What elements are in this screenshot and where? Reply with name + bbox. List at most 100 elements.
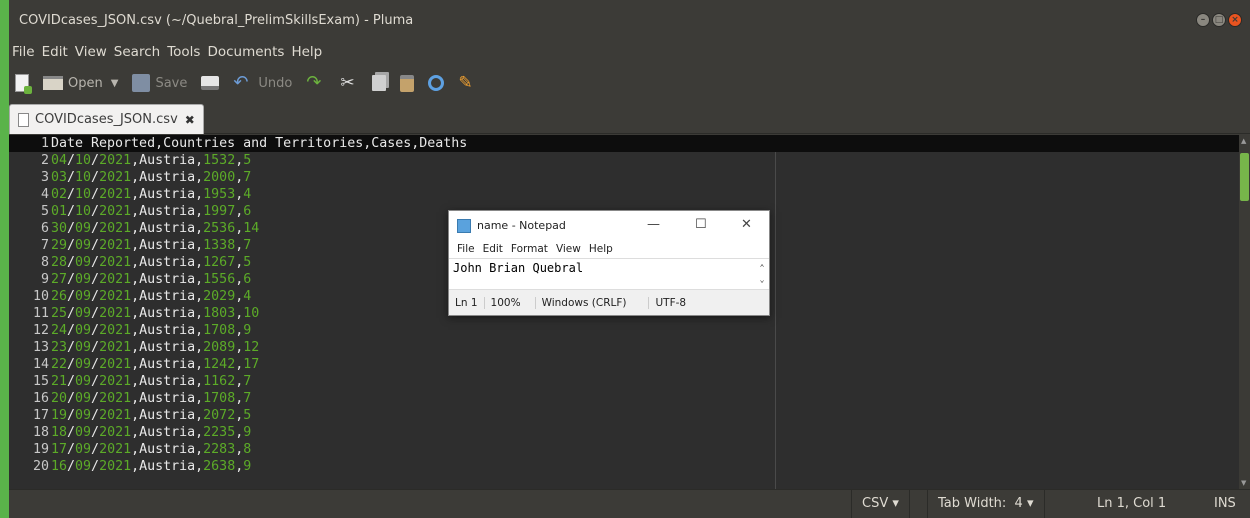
- editor-line[interactable]: 12 24/09/2021,Austria,1708,9: [9, 322, 1239, 339]
- separator: /: [91, 221, 100, 236]
- line-number: 20: [32, 459, 49, 474]
- menu-search[interactable]: Search: [114, 44, 160, 60]
- editor-line[interactable]: 19 17/09/2021,Austria,2283,8: [9, 441, 1239, 458]
- editor-line[interactable]: 13 23/09/2021,Austria,2089,12: [9, 339, 1239, 356]
- find-button[interactable]: [428, 75, 445, 91]
- date-year: 2021: [99, 459, 132, 474]
- editor-line[interactable]: 14 22/09/2021,Austria,1242,17: [9, 356, 1239, 373]
- line-number: 19: [32, 442, 49, 457]
- separator: ,: [131, 255, 140, 270]
- country-value: Austria: [139, 255, 196, 270]
- notepad-menu-view[interactable]: View: [556, 243, 581, 255]
- new-button[interactable]: [15, 74, 32, 94]
- chevron-up-icon[interactable]: ⌃: [755, 262, 769, 274]
- cases-value: 2029: [203, 289, 236, 304]
- header-text: Date Reported,Countries and Territories,…: [51, 136, 468, 151]
- save-label: Save: [155, 75, 188, 91]
- date-year: 2021: [99, 238, 132, 253]
- editor-line[interactable]: 18 18/09/2021,Austria,2235,9: [9, 424, 1239, 441]
- separator: /: [67, 221, 76, 236]
- maximize-button[interactable]: □: [1212, 13, 1226, 27]
- date-year: 2021: [99, 323, 132, 338]
- language-selector[interactable]: CSV ▾: [851, 490, 910, 518]
- notepad-line: Ln 1: [449, 296, 485, 309]
- date-year: 2021: [99, 204, 132, 219]
- separator: /: [91, 442, 100, 457]
- paste-button[interactable]: [400, 74, 415, 92]
- editor-line[interactable]: 2 04/10/2021,Austria,1532,5: [9, 152, 1239, 169]
- redo-button[interactable]: ↷: [306, 74, 326, 92]
- menu-edit[interactable]: Edit: [42, 44, 68, 60]
- line-number: 13: [32, 340, 49, 355]
- line-number: 15: [32, 374, 49, 389]
- chevron-down-icon[interactable]: ⌄: [755, 274, 769, 286]
- tab-covidcases-json-csv[interactable]: COVIDcases_JSON.csv ✖: [9, 104, 204, 134]
- new-document-icon: [15, 74, 32, 94]
- minimize-icon[interactable]: —: [647, 217, 660, 232]
- notepad-menu-help[interactable]: Help: [589, 243, 613, 255]
- menu-documents[interactable]: Documents: [207, 44, 284, 60]
- close-tab-icon[interactable]: ✖: [185, 113, 195, 127]
- notepad-menu-format[interactable]: Format: [511, 243, 548, 255]
- separator: /: [91, 153, 100, 168]
- cases-value: 1708: [203, 323, 236, 338]
- date-year: 2021: [99, 272, 132, 287]
- separator: /: [91, 357, 100, 372]
- notepad-menu-file[interactable]: File: [457, 243, 475, 255]
- title-bar: COVIDcases_JSON.csv (~/Quebral_PrelimSki…: [9, 0, 1250, 40]
- maximize-icon[interactable]: ☐: [695, 217, 707, 232]
- minimize-button[interactable]: –: [1196, 13, 1210, 27]
- print-button[interactable]: [201, 76, 220, 90]
- separator: ,: [195, 272, 204, 287]
- replace-icon: ✎: [458, 73, 473, 93]
- notepad-window: name - Notepad — ☐ ✕ File Edit Format Vi…: [448, 210, 770, 316]
- vertical-scrollbar[interactable]: ▲ ▼: [1239, 135, 1250, 489]
- menu-tools[interactable]: Tools: [167, 44, 200, 60]
- scissors-icon: ✂: [340, 73, 355, 93]
- notepad-scrollbar[interactable]: ⌃ ⌄: [755, 259, 769, 289]
- replace-button[interactable]: ✎: [458, 74, 476, 92]
- language-label: CSV: [862, 496, 889, 511]
- menu-view[interactable]: View: [75, 44, 107, 60]
- menu-help[interactable]: Help: [291, 44, 322, 60]
- chevron-down-icon[interactable]: ▼: [111, 78, 119, 89]
- editor-line[interactable]: 16 20/09/2021,Austria,1708,7: [9, 390, 1239, 407]
- copy-button[interactable]: [372, 75, 387, 91]
- editor-line[interactable]: 15 21/09/2021,Austria,1162,7: [9, 373, 1239, 390]
- deaths-value: 5: [243, 153, 252, 168]
- country-value: Austria: [139, 323, 196, 338]
- scroll-down-icon[interactable]: ▼: [1241, 479, 1246, 487]
- close-button[interactable]: ×: [1228, 13, 1242, 27]
- cases-value: 1997: [203, 204, 236, 219]
- separator: /: [67, 357, 76, 372]
- deaths-value: 9: [243, 425, 252, 440]
- editor-line[interactable]: 17 19/09/2021,Austria,2072,5: [9, 407, 1239, 424]
- date-year: 2021: [99, 391, 132, 406]
- separator: ,: [195, 289, 204, 304]
- notepad-text-area[interactable]: John Brian Quebral ⌃ ⌄: [449, 258, 769, 290]
- separator: /: [67, 187, 76, 202]
- search-icon: [428, 75, 445, 91]
- editor-line[interactable]: 1 Date Reported,Countries and Territories…: [9, 135, 1239, 152]
- separator: ,: [195, 255, 204, 270]
- editor-line[interactable]: 4 02/10/2021,Austria,1953,4: [9, 186, 1239, 203]
- separator: /: [67, 238, 76, 253]
- open-button[interactable]: Open ▼: [43, 76, 118, 91]
- save-button[interactable]: Save: [132, 74, 187, 92]
- undo-button[interactable]: ↶ Undo: [233, 74, 292, 92]
- cut-button[interactable]: ✂: [340, 74, 358, 92]
- scrollbar-thumb[interactable]: [1240, 153, 1249, 201]
- editor-line[interactable]: 3 03/10/2021,Austria,2000,7: [9, 169, 1239, 186]
- notepad-menu-edit[interactable]: Edit: [483, 243, 503, 255]
- date-month: 10: [75, 170, 92, 185]
- editor-line[interactable]: 20 16/09/2021,Austria,2638,9: [9, 458, 1239, 475]
- line-number: 1: [40, 136, 49, 151]
- tab-width-selector[interactable]: Tab Width: 4 ▾: [927, 490, 1045, 518]
- separator: ,: [195, 204, 204, 219]
- separator: /: [67, 255, 76, 270]
- close-icon[interactable]: ✕: [741, 217, 752, 232]
- country-value: Austria: [139, 442, 196, 457]
- scroll-up-icon[interactable]: ▲: [1241, 137, 1246, 145]
- separator: /: [67, 374, 76, 389]
- menu-file[interactable]: File: [12, 44, 35, 60]
